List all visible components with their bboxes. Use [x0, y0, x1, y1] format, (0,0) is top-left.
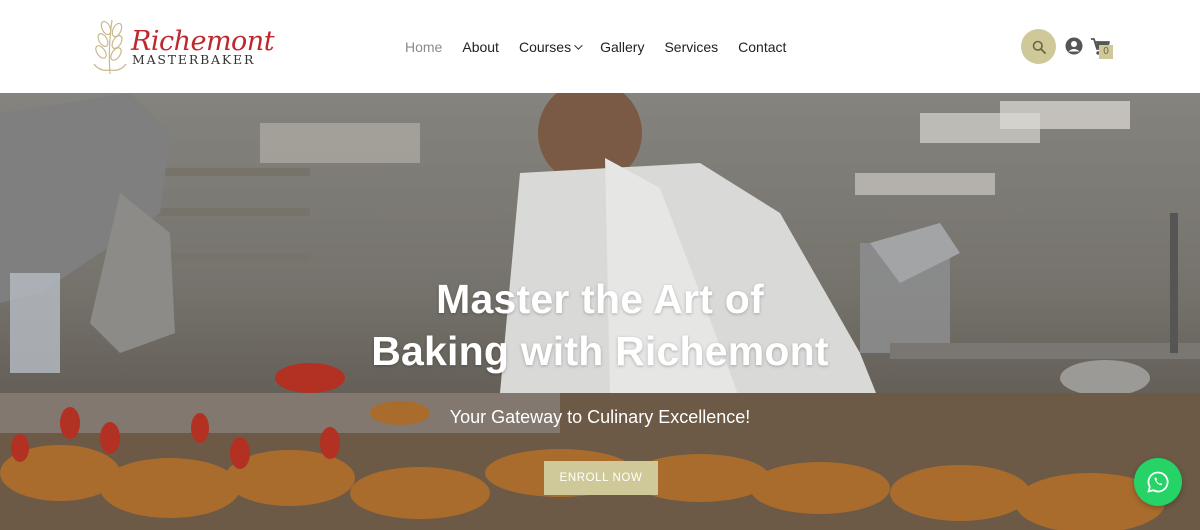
nav-item-home[interactable]: Home: [405, 38, 442, 56]
nav-item-label: Contact: [738, 39, 787, 55]
brand-name: Richemont: [131, 26, 275, 57]
brand-subtitle: MASTERBAKER: [132, 52, 256, 67]
hero-title-line1: Master the Art of: [436, 276, 764, 322]
hero-title: Master the Art of Baking with Richemont: [0, 273, 1200, 377]
cart-count-badge: 0: [1099, 45, 1113, 59]
nav-item-label: About: [462, 39, 499, 55]
hero-section: Master the Art of Baking with Richemont …: [0, 93, 1200, 530]
enroll-now-button[interactable]: ENROLL NOW: [544, 461, 658, 495]
nav-item-label: Services: [664, 39, 719, 55]
site-header: Richemont MASTERBAKER Home About Courses…: [0, 0, 1200, 93]
nav-item-about[interactable]: About: [462, 38, 499, 56]
main-nav: Home About Courses Gallery Services Cont…: [405, 38, 806, 56]
whatsapp-button[interactable]: [1134, 458, 1182, 506]
hero-title-line2: Baking with Richemont: [371, 328, 829, 374]
search-icon: [1032, 40, 1046, 54]
search-button[interactable]: [1021, 29, 1056, 64]
nav-item-label: Courses: [518, 39, 572, 55]
nav-item-label: Home: [405, 39, 443, 55]
account-icon[interactable]: [1065, 37, 1083, 55]
chevron-down-icon: [574, 41, 583, 50]
nav-item-label: Gallery: [600, 39, 645, 55]
hero-subtitle: Your Gateway to Culinary Excellence!: [449, 407, 751, 427]
brand-logo[interactable]: Richemont MASTERBAKER: [88, 14, 275, 78]
nav-item-contact[interactable]: Contact: [738, 38, 786, 56]
nav-item-courses[interactable]: Courses: [518, 38, 583, 56]
nav-item-services[interactable]: Services: [664, 38, 718, 56]
whatsapp-icon: [1147, 471, 1169, 493]
wheat-icon: [93, 19, 127, 75]
nav-item-gallery[interactable]: Gallery: [600, 38, 644, 56]
